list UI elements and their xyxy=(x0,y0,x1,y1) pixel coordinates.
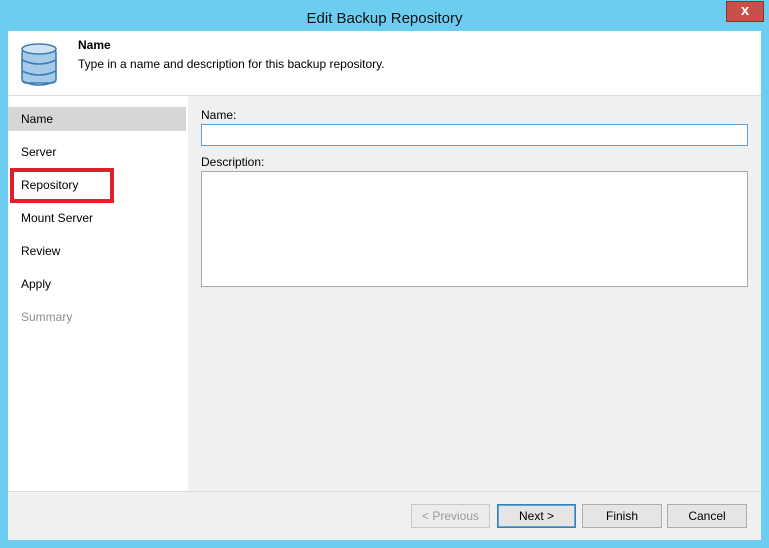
dialog-client-area: Name Type in a name and description for … xyxy=(8,31,761,540)
name-input[interactable] xyxy=(201,124,748,146)
sidebar-item-summary: Summary xyxy=(21,310,73,324)
sidebar-item-review[interactable]: Review xyxy=(8,239,186,263)
dialog-window: Edit Backup Repository x Name Type in a … xyxy=(0,0,769,548)
finish-button[interactable]: Finish xyxy=(582,504,662,528)
cancel-button[interactable]: Cancel xyxy=(667,504,747,528)
sidebar-item-mount-server[interactable]: Mount Server xyxy=(8,206,186,230)
step-description: Type in a name and description for this … xyxy=(78,57,385,71)
close-icon: x xyxy=(740,2,750,19)
name-label: Name: xyxy=(201,108,237,122)
description-textarea[interactable] xyxy=(201,171,748,287)
sidebar-item-name[interactable]: Name xyxy=(8,107,186,131)
sidebar-item-server[interactable]: Server xyxy=(8,140,186,164)
close-button[interactable]: x xyxy=(726,1,764,22)
wizard-steps-sidebar: Name Server Repository Mount Server Revi… xyxy=(8,96,188,491)
window-title: Edit Backup Repository xyxy=(306,10,463,27)
repository-highlight-annotation xyxy=(10,168,114,203)
previous-button[interactable]: < Previous xyxy=(411,504,490,528)
sidebar-item-apply[interactable]: Apply xyxy=(8,272,186,296)
wizard-header: Name Type in a name and description for … xyxy=(8,31,761,95)
database-icon xyxy=(21,43,57,86)
name-step-form: Name: Description: xyxy=(188,96,761,491)
footer-divider xyxy=(8,491,761,492)
description-label: Description: xyxy=(201,155,265,169)
next-button[interactable]: Next > xyxy=(497,504,576,528)
step-title: Name xyxy=(78,38,111,52)
